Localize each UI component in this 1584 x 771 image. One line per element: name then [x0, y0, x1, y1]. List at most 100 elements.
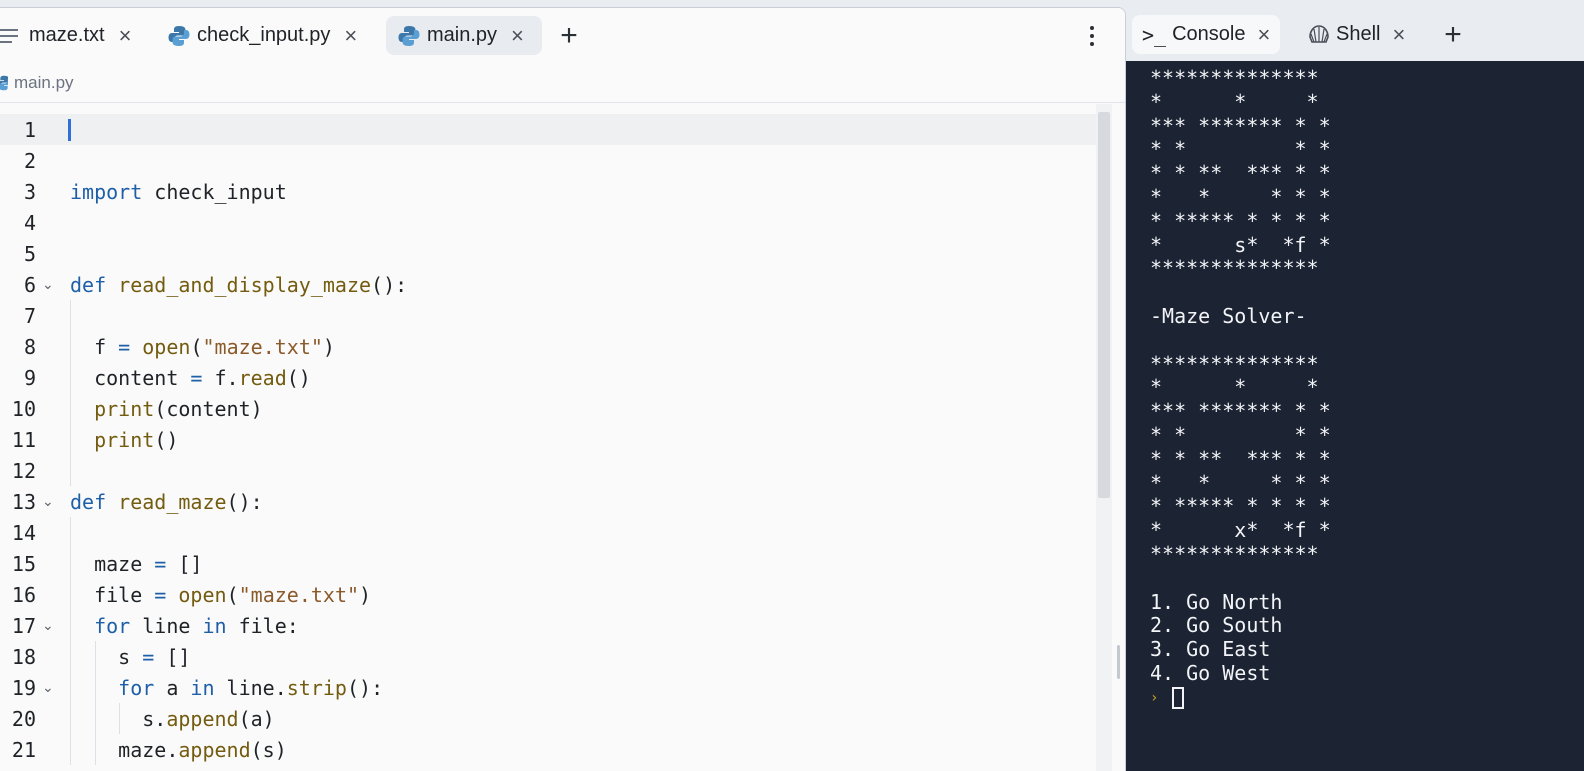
console-output[interactable]: ************** * * * *** ******* * * * *…	[1126, 61, 1584, 771]
fold-chevron-icon[interactable]: ⌄	[42, 679, 54, 696]
code-text: maze = []	[70, 551, 203, 576]
code-line[interactable]: 9 content = f.read()	[0, 362, 1096, 393]
code-line[interactable]: 17 ⌄ for line in file:	[0, 610, 1096, 641]
code-line[interactable]: 15 maze = []	[0, 548, 1096, 579]
line-number: 12	[11, 458, 36, 483]
tab-shell[interactable]: Shell ×	[1298, 15, 1415, 54]
indent-guide	[70, 300, 71, 331]
code-text: file = open("maze.txt")	[70, 582, 372, 607]
code-line[interactable]: 13 ⌄ def read_maze():	[0, 486, 1096, 517]
input-caret	[1172, 686, 1185, 709]
line-number: 18	[11, 644, 36, 669]
scrollbar-thumb[interactable]	[1098, 112, 1110, 498]
code-text: def read_maze():	[70, 489, 263, 514]
tab-main-py[interactable]: main.py ×	[386, 16, 542, 55]
line-number: 15	[11, 551, 36, 576]
code-text: f = open("maze.txt")	[70, 334, 335, 359]
code-line[interactable]: 14	[0, 517, 1096, 548]
line-number: 5	[23, 241, 36, 266]
line-number: 6	[23, 272, 36, 297]
line-number: 8	[23, 334, 36, 359]
code-line[interactable]: 21 maze.append(s)	[0, 734, 1096, 765]
editor-tab-bar: maze.txt × check_input.py × main.py × +	[0, 8, 1125, 63]
tab-console[interactable]: >_ Console ×	[1132, 15, 1281, 54]
python-icon	[398, 25, 420, 47]
code-line[interactable]: 3 import check_input	[0, 176, 1096, 207]
more-options-icon[interactable]	[1080, 16, 1104, 55]
tab-check-input-py[interactable]: check_input.py ×	[168, 16, 357, 55]
tab-maze-txt[interactable]: maze.txt ×	[0, 16, 131, 55]
breadcrumb-file[interactable]: main.py	[14, 73, 74, 93]
tab-label: maze.txt	[29, 24, 105, 46]
prompt-chevron-icon: ›	[1150, 689, 1159, 706]
line-number: 17	[11, 613, 36, 638]
tab-label: Shell	[1336, 23, 1381, 45]
code-line[interactable]: 19 ⌄ for a in line.strip():	[0, 672, 1096, 703]
console-pane: >_ Console × Shell × + ************** * …	[1126, 7, 1584, 771]
line-number: 1	[23, 117, 36, 142]
shell-icon	[1308, 24, 1330, 46]
close-icon[interactable]: ×	[119, 24, 132, 47]
python-icon	[0, 75, 8, 91]
line-number: 14	[11, 520, 36, 545]
line-number: 2	[23, 148, 36, 173]
code-editor[interactable]: 1 2 3 import check_input 4 5 6 ⌄ def read_and_di…	[0, 104, 1096, 771]
code-text: content = f.read()	[70, 365, 311, 390]
code-text: def read_and_display_maze():	[70, 272, 408, 297]
line-number: 21	[11, 737, 36, 762]
line-number: 3	[23, 179, 36, 204]
tab-label: Console	[1172, 23, 1246, 45]
editor-pane: maze.txt × check_input.py × main.py × + …	[0, 7, 1126, 771]
line-number: 16	[11, 582, 36, 607]
tab-label: main.py	[427, 24, 498, 46]
console-tab-bar: >_ Console × Shell × +	[1126, 7, 1584, 61]
code-line[interactable]: 8 f = open("maze.txt")	[0, 331, 1096, 362]
close-icon[interactable]: ×	[1257, 23, 1270, 46]
code-line[interactable]: 4	[0, 207, 1096, 238]
indent-guide	[70, 455, 71, 486]
line-number: 13	[11, 489, 36, 514]
code-text: for line in file:	[94, 613, 299, 638]
code-line[interactable]: 2	[0, 145, 1096, 176]
python-icon	[168, 25, 190, 47]
add-tab-button[interactable]: +	[1436, 15, 1470, 54]
code-line[interactable]: 12	[0, 455, 1096, 486]
text-file-icon	[0, 25, 22, 47]
code-text: s.append(a)	[70, 706, 275, 731]
close-icon[interactable]: ×	[1392, 23, 1405, 46]
text-cursor	[68, 119, 71, 141]
console-prompt[interactable]: ›	[1150, 686, 1584, 710]
code-text: print()	[94, 427, 179, 452]
code-text: print(content)	[94, 396, 263, 421]
code-line[interactable]: 5	[0, 238, 1096, 269]
code-line[interactable]: 1	[0, 114, 1096, 145]
close-icon[interactable]: ×	[344, 24, 357, 47]
tab-label: check_input.py	[197, 24, 331, 46]
line-number: 20	[11, 706, 36, 731]
console-text: ************** * * * *** ******* * * * *…	[1150, 66, 1331, 685]
line-number: 10	[11, 396, 36, 421]
breadcrumb: main.py	[0, 63, 1125, 103]
add-tab-button[interactable]: +	[552, 16, 586, 55]
code-line[interactable]: 18 s = []	[0, 641, 1096, 672]
code-line[interactable]: 10 print(content)	[0, 393, 1096, 424]
close-icon[interactable]: ×	[511, 24, 524, 47]
code-text: s = []	[70, 644, 191, 669]
code-text: import check_input	[70, 179, 287, 204]
fold-chevron-icon[interactable]: ⌄	[42, 493, 54, 510]
code-line[interactable]: 7	[0, 300, 1096, 331]
code-text: maze.append(s)	[70, 737, 287, 762]
code-text: for a in line.strip():	[118, 675, 384, 700]
line-number: 9	[23, 365, 36, 390]
indent-guide	[70, 517, 71, 548]
code-line[interactable]: 11 print()	[0, 424, 1096, 455]
code-line[interactable]: 20 s.append(a)	[0, 703, 1096, 734]
fold-chevron-icon[interactable]: ⌄	[42, 617, 54, 634]
pane-resize-handle[interactable]	[1117, 645, 1120, 679]
code-line[interactable]: 16 file = open("maze.txt")	[0, 579, 1096, 610]
code-line[interactable]: 6 ⌄ def read_and_display_maze():	[0, 269, 1096, 300]
line-number: 19	[11, 675, 36, 700]
terminal-prompt-icon: >_	[1142, 22, 1167, 47]
line-number: 4	[23, 210, 36, 235]
fold-chevron-icon[interactable]: ⌄	[42, 276, 54, 293]
